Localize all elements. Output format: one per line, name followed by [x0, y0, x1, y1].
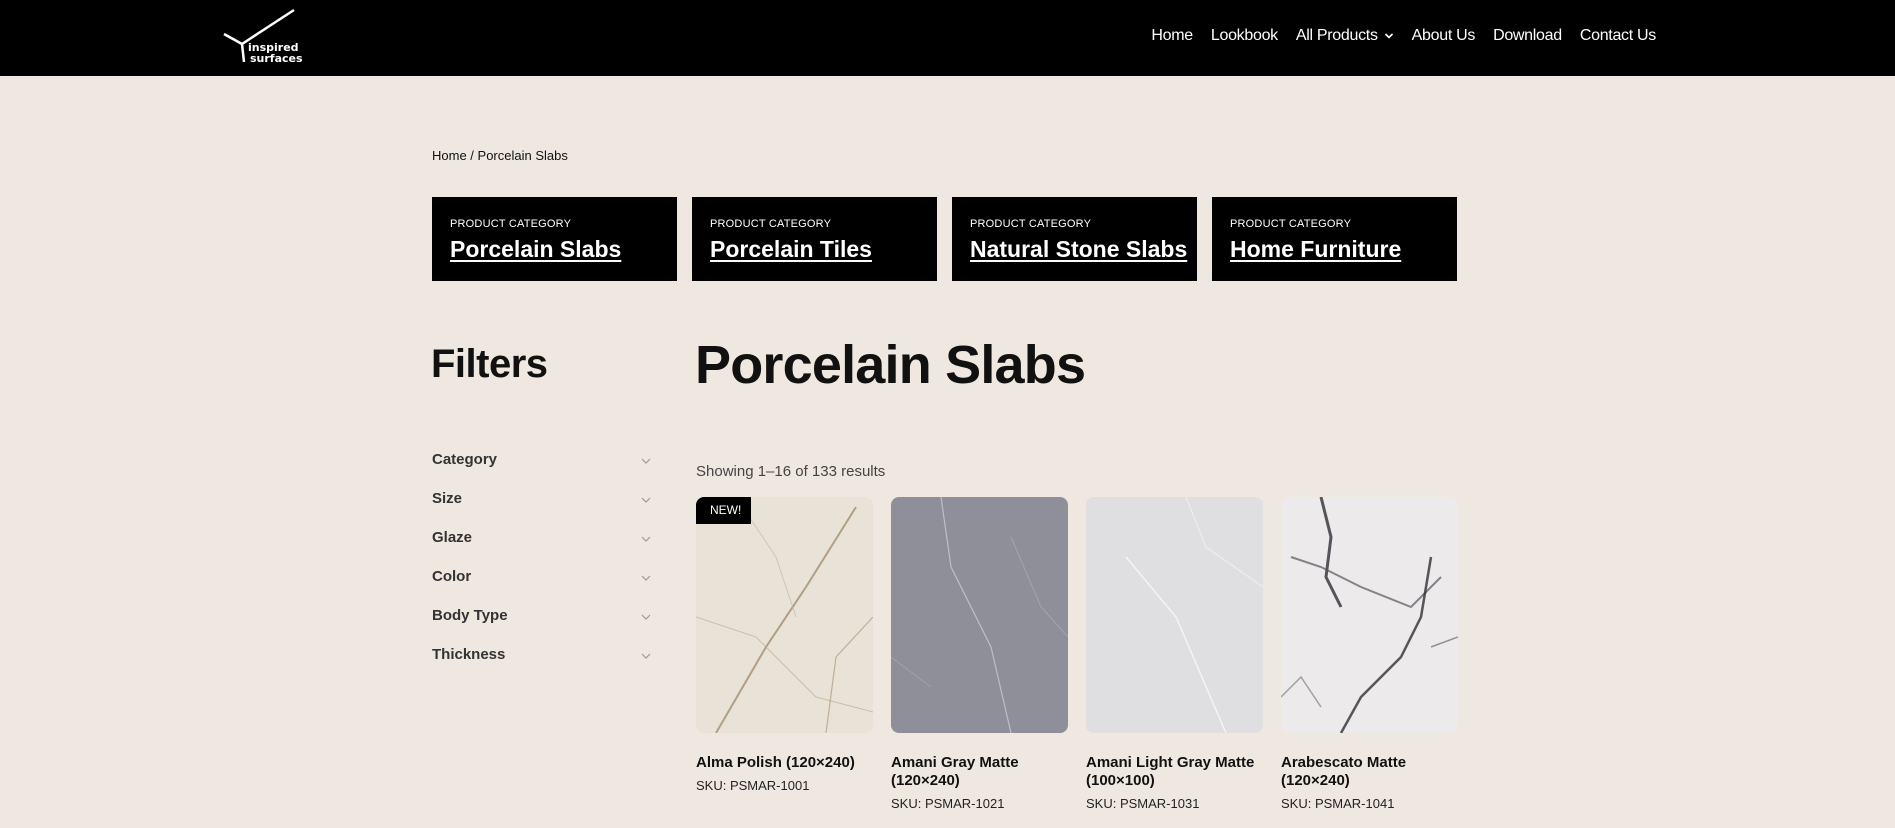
category-tiles: PRODUCT CATEGORY Porcelain Slabs PRODUCT… — [432, 197, 1457, 281]
product-image[interactable] — [1281, 497, 1458, 733]
filter-label: Color — [432, 568, 472, 585]
site-header: inspired surfaces Home Lookbook All Prod… — [0, 0, 1895, 76]
product-card[interactable]: NEW! Alma Polish (120×240) SKU: PSMAR-10… — [696, 497, 873, 811]
product-sku: SKU: PSMAR-1021 — [891, 796, 1005, 811]
filter-list: Category Size Glaze Color Body Type Thic… — [432, 451, 652, 685]
nav-lookbook[interactable]: Lookbook — [1211, 27, 1278, 45]
chevron-down-icon — [641, 653, 651, 659]
breadcrumb-home[interactable]: Home — [432, 148, 467, 163]
chevron-down-icon — [641, 614, 651, 620]
nav-all-products[interactable]: All Products — [1296, 27, 1394, 45]
product-card[interactable]: Amani Light Gray Matte (100×100) SKU: PS… — [1086, 497, 1263, 811]
breadcrumb-separator: / — [466, 148, 478, 163]
product-image[interactable]: NEW! — [696, 497, 873, 733]
chevron-down-icon — [1384, 33, 1393, 39]
filter-body-type[interactable]: Body Type — [432, 607, 652, 646]
filter-size[interactable]: Size — [432, 490, 652, 529]
results-count: Showing 1–16 of 133 results — [696, 463, 886, 480]
breadcrumb-current: Porcelain Slabs — [477, 148, 568, 163]
nav-download[interactable]: Download — [1493, 27, 1562, 45]
filter-glaze[interactable]: Glaze — [432, 529, 652, 568]
product-card[interactable]: Arabescato Matte (120×240) SKU: PSMAR-10… — [1281, 497, 1458, 811]
nav-about-us[interactable]: About Us — [1412, 27, 1476, 45]
category-tile-porcelain-slabs[interactable]: PRODUCT CATEGORY Porcelain Slabs — [432, 197, 677, 281]
product-name[interactable]: Alma Polish (120×240) — [696, 754, 873, 772]
nav-contact-us[interactable]: Contact Us — [1580, 27, 1656, 45]
category-title[interactable]: Porcelain Tiles — [710, 236, 919, 263]
chevron-down-icon — [641, 536, 651, 542]
product-name[interactable]: Amani Light Gray Matte (100×100) — [1086, 754, 1263, 790]
category-title[interactable]: Natural Stone Slabs — [970, 236, 1187, 263]
nav-all-products-label: All Products — [1295, 27, 1378, 44]
chevron-down-icon — [641, 575, 651, 581]
category-tile-porcelain-tiles[interactable]: PRODUCT CATEGORY Porcelain Tiles — [692, 197, 937, 281]
filter-label: Category — [432, 451, 498, 468]
product-card[interactable]: Amani Gray Matte (120×240) SKU: PSMAR-10… — [891, 497, 1068, 811]
main-nav: Home Lookbook All Products About Us Down… — [1133, 0, 1656, 72]
product-sku: SKU: PSMAR-1031 — [1086, 796, 1200, 811]
category-title[interactable]: Porcelain Slabs — [450, 236, 659, 263]
filter-category[interactable]: Category — [432, 451, 652, 490]
category-kicker: PRODUCT CATEGORY — [1230, 218, 1352, 230]
filter-color[interactable]: Color — [432, 568, 652, 607]
category-tile-natural-stone-slabs[interactable]: PRODUCT CATEGORY Natural Stone Slabs — [952, 197, 1197, 281]
filter-thickness[interactable]: Thickness — [432, 646, 652, 685]
product-image[interactable] — [1086, 497, 1263, 733]
filter-label: Glaze — [432, 529, 473, 546]
chevron-down-icon — [641, 458, 651, 464]
filter-label: Thickness — [432, 646, 506, 663]
product-name[interactable]: Arabescato Matte (120×240) — [1281, 754, 1458, 790]
svg-text:surfaces: surfaces — [250, 52, 302, 64]
chevron-down-icon — [641, 497, 651, 503]
category-kicker: PRODUCT CATEGORY — [450, 218, 572, 230]
breadcrumb: Home / Porcelain Slabs — [432, 148, 568, 163]
product-sku: SKU: PSMAR-1041 — [1281, 796, 1395, 811]
product-grid: NEW! Alma Polish (120×240) SKU: PSMAR-10… — [696, 497, 1458, 811]
product-image[interactable] — [891, 497, 1068, 733]
filters-heading: Filters — [431, 342, 548, 386]
category-title[interactable]: Home Furniture — [1230, 236, 1439, 263]
product-name[interactable]: Amani Gray Matte (120×240) — [891, 754, 1068, 790]
filter-label: Size — [432, 490, 463, 507]
inspired-surfaces-logo[interactable]: inspired surfaces — [222, 8, 303, 65]
new-badge: NEW! — [696, 497, 752, 524]
category-tile-home-furniture[interactable]: PRODUCT CATEGORY Home Furniture — [1212, 197, 1457, 281]
product-sku: SKU: PSMAR-1001 — [696, 778, 810, 793]
category-kicker: PRODUCT CATEGORY — [710, 218, 832, 230]
nav-home[interactable]: Home — [1151, 27, 1193, 45]
filter-label: Body Type — [432, 607, 508, 624]
category-kicker: PRODUCT CATEGORY — [970, 218, 1092, 230]
page-title: Porcelain Slabs — [695, 335, 1086, 395]
